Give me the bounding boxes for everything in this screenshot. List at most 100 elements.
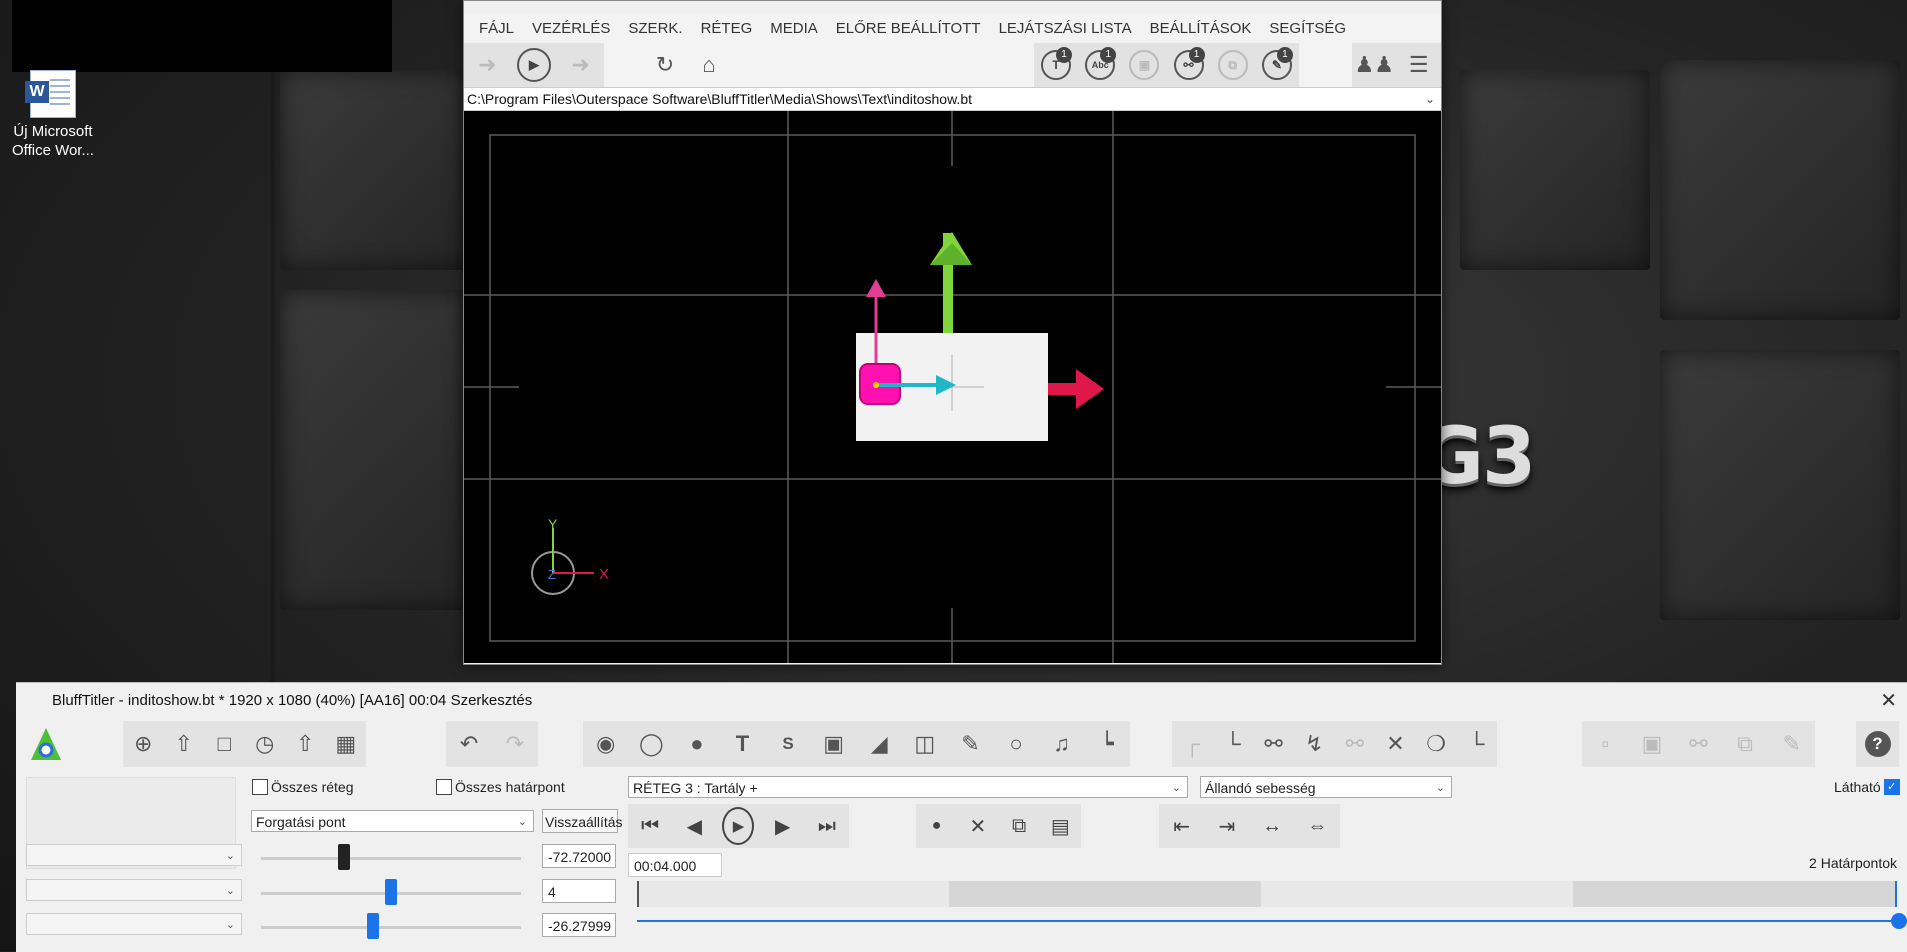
forward-arrow-icon[interactable]: ➜ (563, 47, 599, 83)
paste-icon[interactable]: ▤ (1044, 810, 1076, 842)
add-layer-icon[interactable]: ⊕ (125, 726, 161, 762)
import-icon[interactable]: ⇧ (166, 726, 202, 762)
timeline-track[interactable] (637, 881, 1897, 907)
cube-icon[interactable]: ◫ (907, 726, 943, 762)
abc-layer-icon[interactable]: Abc 1 (1082, 47, 1118, 83)
back-arrow-icon[interactable]: ➜ (469, 47, 505, 83)
check-icon[interactable]: ✓ (1883, 779, 1900, 795)
checkbox-box[interactable] (252, 779, 268, 795)
blob-icon[interactable]: ● (679, 726, 715, 762)
slider-1-track[interactable] (261, 857, 521, 860)
clock-icon[interactable]: ◷ (247, 726, 283, 762)
skip-start-icon[interactable]: ⏮ (634, 810, 666, 842)
align-left-icon[interactable]: ┌ (1174, 726, 1210, 762)
key-split-icon[interactable]: ⇔ (1301, 810, 1333, 842)
menu-media[interactable]: MEDIA (761, 20, 827, 37)
keyframe-marker[interactable] (637, 881, 639, 907)
film-icon[interactable]: ▦ (328, 726, 364, 762)
copy-icon[interactable]: ⧉ (1003, 810, 1035, 842)
camera-icon[interactable]: ◉ (588, 726, 624, 762)
menu-control[interactable]: VEZÉRLÉS (523, 20, 619, 37)
preview-canvas[interactable]: Y X Z (464, 111, 1441, 663)
slider-3-track[interactable] (261, 926, 521, 929)
slider-2-thumb[interactable] (385, 879, 397, 905)
property-select[interactable]: Forgatási pont ⌄ (251, 810, 534, 832)
param3-select[interactable]: ⌄ (26, 913, 242, 935)
prev-frame-icon[interactable]: ◀ (678, 810, 710, 842)
value-1-input[interactable]: -72.72000 (542, 844, 616, 868)
align-bottom-icon[interactable]: └ (1215, 726, 1251, 762)
next-frame-icon[interactable]: ▶ (767, 810, 799, 842)
visible-checkbox[interactable]: Látható ✓ (1834, 779, 1900, 795)
ground-icon[interactable]: ┕ (1089, 726, 1125, 762)
link-icon[interactable]: ⚯ (1256, 726, 1292, 762)
delete-key-icon[interactable]: ✕ (962, 810, 994, 842)
key-last-icon[interactable]: ⇥ (1211, 810, 1243, 842)
collapse-icon[interactable]: ✕ (1377, 726, 1413, 762)
time-slider-track[interactable] (637, 920, 1899, 922)
lightning-icon[interactable]: ↯ (1296, 726, 1332, 762)
duplicate-icon[interactable]: ⧉ (1727, 726, 1763, 762)
shape-icon[interactable]: ◢ (861, 726, 897, 762)
close-icon[interactable]: ✕ (1880, 683, 1897, 719)
layer-select[interactable]: RÉTEG 3 : Tartály + ⌄ (628, 776, 1188, 798)
menu-help[interactable]: SEGÍTSÉG (1260, 20, 1355, 37)
corner-icon[interactable]: └ (1459, 726, 1495, 762)
all-layers-checkbox[interactable]: Összes réteg (252, 779, 353, 795)
home-icon[interactable]: ⌂ (691, 47, 727, 83)
brush-icon[interactable]: ✎ (952, 726, 988, 762)
picture-icon[interactable]: ▣ (816, 726, 852, 762)
frame-icon[interactable]: □ (206, 726, 242, 762)
export-icon[interactable]: ⇧ (287, 726, 323, 762)
menu-presets[interactable]: ELŐRE BEÁLLÍTOTT (827, 20, 990, 37)
menu-layer[interactable]: RÉTEG (692, 20, 762, 37)
image-icon[interactable]: ▣ (1634, 726, 1670, 762)
slider-1-thumb[interactable] (338, 844, 351, 870)
tool-layer-icon[interactable]: ✎ 1 (1259, 47, 1295, 83)
help-icon[interactable]: ? (1864, 731, 1891, 757)
share-layer-icon[interactable]: ⚯ 1 (1171, 47, 1207, 83)
pen-icon[interactable]: ✎ (1774, 726, 1810, 762)
menu-edit[interactable]: SZERK. (619, 20, 691, 37)
hamburger-menu-icon[interactable]: ☰ (1401, 47, 1437, 83)
param1-select[interactable]: ⌄ (26, 844, 242, 866)
network-icon[interactable]: ⚯ (1680, 726, 1716, 762)
all-keyframes-checkbox[interactable]: Összes határpont (436, 779, 565, 795)
x-axis-arrow-head[interactable] (1076, 369, 1104, 409)
slider-3-thumb[interactable] (366, 913, 379, 939)
menu-settings[interactable]: BEÁLLÍTÁSOK (1141, 20, 1261, 37)
menu-file[interactable]: FÁJL (470, 20, 523, 37)
param2-select[interactable]: ⌄ (26, 879, 242, 901)
s-icon[interactable]: S (770, 726, 806, 762)
redo-icon[interactable]: ↷ (497, 726, 533, 762)
play-button[interactable]: ▶ (516, 47, 552, 83)
image-layer-icon[interactable]: ▣ (1126, 47, 1162, 83)
abc-icon[interactable]: ▫ (1587, 726, 1623, 762)
file-path-dropdown[interactable]: C:\Program Files\Outerspace Software\Blu… (464, 87, 1441, 111)
refresh-icon[interactable]: ↻ (647, 47, 683, 83)
text-layer-icon[interactable]: T1 (1038, 47, 1074, 83)
key-first-icon[interactable]: ⇤ (1166, 810, 1198, 842)
undo-icon[interactable]: ↶ (451, 726, 487, 762)
time-input[interactable]: 00:04.000 (628, 853, 722, 877)
menu-playlist[interactable]: LEJÁTSZÁSI LISTA (990, 20, 1141, 37)
value-2-input[interactable]: 4 (542, 879, 616, 903)
users-icon[interactable]: ♟♟ (1355, 47, 1394, 83)
pivot-y-arrowhead[interactable] (866, 279, 886, 297)
key-expand-icon[interactable]: ↔ (1256, 810, 1288, 842)
reset-button[interactable]: Visszaállítás (542, 809, 623, 833)
text-icon[interactable]: T (725, 726, 761, 762)
value-3-input[interactable]: -26.27999 (542, 913, 616, 937)
keyframe-marker[interactable] (1895, 881, 1897, 907)
time-slider-knob[interactable] (1891, 913, 1907, 929)
desktop-icon-word[interactable]: Új Microsoft Office Wor... (8, 70, 98, 160)
clear-icon[interactable]: ❍ (1418, 726, 1454, 762)
light-icon[interactable]: ◯ (633, 726, 669, 762)
particles-icon[interactable]: ○ (998, 726, 1034, 762)
play-button[interactable]: ▶ (722, 807, 755, 845)
unlink-icon[interactable]: ⚯ (1337, 726, 1373, 762)
copy-layer-icon[interactable]: ⧉ (1215, 47, 1251, 83)
music-icon[interactable]: ♫ (1044, 726, 1080, 762)
checkbox-box[interactable] (436, 779, 452, 795)
skip-end-icon[interactable]: ⏭ (811, 810, 843, 842)
